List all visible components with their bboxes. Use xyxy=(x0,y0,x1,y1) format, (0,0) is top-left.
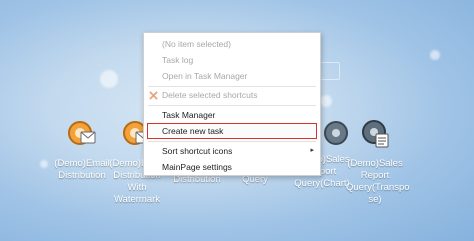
submenu-arrow-icon: ▸ xyxy=(310,147,314,154)
faint-shortcut-icon xyxy=(320,62,340,80)
desktop-shortcut-sales-report-transpose[interactable]: (Demo)Sales Report Query(Transpo se) xyxy=(346,116,410,206)
menu-item-label: Delete selected shortcuts xyxy=(162,90,258,100)
desktop-shortcut-email-distribution[interactable]: (Demo)Email Distribution xyxy=(53,116,111,182)
menu-item-sort-shortcut-icons[interactable]: Sort shortcut icons ▸ xyxy=(144,143,320,159)
menu-item-no-item-selected: (No item selected) xyxy=(162,39,231,49)
gear-report-icon xyxy=(362,120,389,148)
menu-item-delete-selected-shortcuts[interactable]: Delete selected shortcuts xyxy=(144,87,320,103)
menu-item-open-in-task-manager[interactable]: Open in Task Manager xyxy=(144,68,320,84)
menu-item-label: Sort shortcut icons xyxy=(162,146,233,156)
menu-item-task-log[interactable]: Task log xyxy=(144,52,320,68)
menu-separator xyxy=(148,105,316,106)
shortcut-label: (Demo)Sales Report Query(Transpo se) xyxy=(346,158,410,205)
menu-item-create-new-task[interactable]: Create new task xyxy=(147,123,317,139)
gear-mail-icon xyxy=(68,121,96,145)
background-sparkle xyxy=(100,70,118,88)
background-sparkle xyxy=(40,160,48,168)
background-sparkle xyxy=(320,95,332,107)
menu-item-mainpage-settings[interactable]: MainPage settings xyxy=(144,159,320,175)
x-icon xyxy=(149,91,158,100)
context-menu: (No item selected) Task log Open in Task… xyxy=(143,32,321,176)
shortcut-label: (Demo)Email Distribution xyxy=(54,158,110,181)
menu-separator xyxy=(148,141,316,142)
background-sparkle xyxy=(430,50,440,60)
menu-item-task-manager[interactable]: Task Manager xyxy=(144,107,320,123)
